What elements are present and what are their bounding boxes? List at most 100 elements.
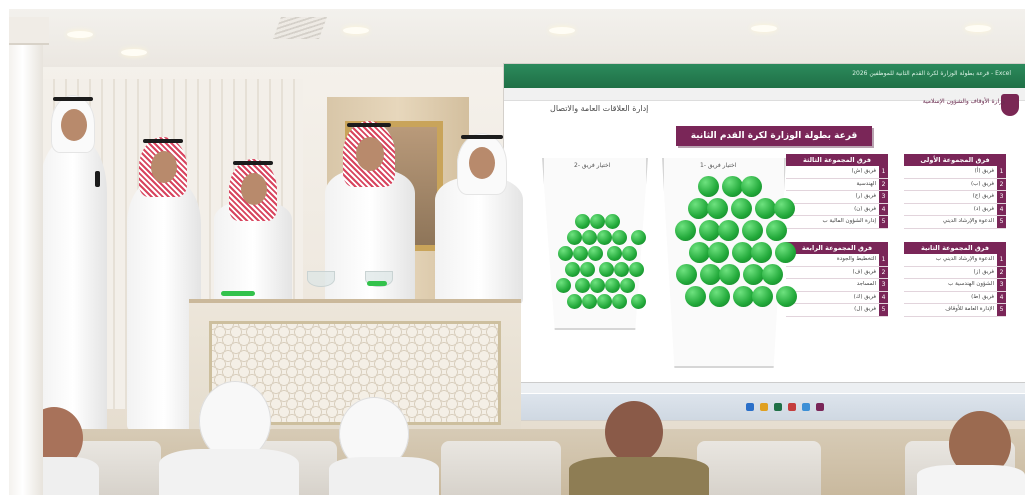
draw-ball-icon: [612, 294, 627, 309]
agal: [347, 123, 391, 127]
draw-ball-icon: [573, 246, 588, 261]
group-row: 1 الدعوة والإرشاد الديني ب: [904, 254, 1006, 267]
draw-ball-icon: [708, 286, 730, 307]
draw-ball-icon: [575, 278, 590, 293]
audience-body: [159, 449, 299, 495]
agal: [53, 97, 93, 101]
agal: [461, 135, 503, 139]
draw-ball-icon: [620, 278, 635, 293]
app-icon: [802, 403, 810, 411]
event-photo: قرعة بطولة الوزارة لكرة القدم الثانية لل…: [9, 9, 1025, 495]
draw-bowl: [307, 271, 335, 287]
draw-ball-icon: [765, 220, 787, 241]
group-table-4: فرق المجموعة الرابعة 1 التخطيط والجودة 2ف…: [786, 242, 888, 317]
draw-ball-icon: [717, 220, 739, 241]
draw-ball-icon: [582, 230, 597, 245]
team-name: فريق (ط): [971, 293, 994, 300]
draw-ball-icon: [607, 246, 622, 261]
draw-ball-icon: [675, 264, 697, 285]
group-row: 4 فريق (ك): [786, 291, 888, 304]
department-label: إدارة العلاقات العامة والاتصال: [550, 104, 649, 113]
draw-title: قرعة بطولة الوزارة لكرة القدم الثانية لل…: [676, 126, 872, 161]
team-name: الشؤون الهندسية ب: [948, 281, 994, 287]
ceiling-light: [67, 31, 93, 38]
draw-ball-icon: [721, 176, 743, 197]
team-name: إدارة الشؤون المالية ب: [822, 218, 876, 224]
team-name: فريق (ش): [851, 168, 876, 174]
projection-screen: قرعة بطولة الوزارة لكرة القدم الثانية لل…: [504, 64, 1025, 420]
draw-ball-icon: [588, 246, 603, 261]
draw-ball-icon: [740, 176, 762, 197]
team-name: الدعوة والإرشاد الديني ب: [935, 256, 994, 262]
ceiling: [9, 9, 1025, 67]
team-name: الهندسية: [856, 180, 876, 187]
app-icon: [760, 403, 768, 411]
head: [469, 147, 495, 179]
group-row: 2 الهندسية: [786, 178, 888, 191]
group-table-3: فرق المجموعة الثالثة 1 فريق (ش) 2 الهندسية…: [786, 154, 888, 229]
chair: [441, 441, 561, 495]
group-row: 4 فريق (ن): [786, 203, 888, 216]
draw-ball-icon: [590, 214, 605, 229]
draw-ball-icon: [754, 198, 776, 219]
draw-ball-icon: [741, 220, 763, 241]
group-table-2: فرق المجموعة الثانية 1 الدعوة والإرشاد ال…: [904, 242, 1006, 317]
draw-ball-icon: [775, 286, 797, 307]
team-name: فريق (ن): [854, 205, 876, 212]
draw-ball-icon: [582, 294, 597, 309]
draw-ball-icon: [773, 198, 795, 219]
draw-ball-icon: [631, 230, 646, 245]
group-title: فرق المجموعة الأولى: [904, 154, 1006, 166]
team-name: فريق (أ): [974, 168, 994, 174]
group-row: 2 فريق (ب): [904, 178, 1006, 191]
group-row: 5 الإدارة العامة للأوقاف: [904, 304, 1006, 317]
app-icon: [788, 403, 796, 411]
group-title: فرق المجموعة الثالثة: [786, 154, 888, 166]
agal: [233, 161, 273, 165]
team-name: فريق (ل): [854, 306, 876, 312]
head: [151, 151, 177, 183]
team-name: المساجد: [856, 281, 876, 287]
team-name: فريق (ب): [971, 180, 994, 187]
draw-ball-icon: [751, 286, 773, 307]
draw-ball-icon: [622, 246, 637, 261]
draw-ball-icon: [706, 198, 728, 219]
draw-ball-icon: [612, 230, 627, 245]
audience-head: [605, 401, 663, 463]
draw-ball-icon: [605, 214, 620, 229]
draw-ball-icon: [580, 262, 595, 277]
app-icon: [774, 403, 782, 411]
draw-ball-icon: [575, 214, 590, 229]
green-balls: [367, 281, 387, 286]
draw-ball-icon: [567, 294, 582, 309]
group-title: فرق المجموعة الثانية: [904, 242, 1006, 254]
group-row: 3 المساجد: [786, 279, 888, 292]
ceiling-light: [751, 25, 777, 32]
marble-column: [9, 17, 43, 495]
green-balls: [221, 291, 255, 296]
column-capital: [9, 17, 49, 45]
draw-ball-icon: [629, 262, 644, 277]
photo-frame: قرعة بطولة الوزارة لكرة القدم الثانية لل…: [0, 0, 1034, 504]
draw-ball-icon: [698, 220, 720, 241]
group-row: 2 فريق (ز): [904, 266, 1006, 279]
app-icon: [746, 403, 754, 411]
head: [241, 173, 267, 205]
draw-ball-icon: [599, 262, 614, 277]
draw-ball-icon: [590, 278, 605, 293]
draw-ball-icon: [718, 264, 740, 285]
chair: [697, 441, 821, 495]
audience-body: [329, 457, 439, 495]
draw-ball-icon: [730, 198, 752, 219]
group-row: 4 فريق (ط): [904, 291, 1006, 304]
ministry-name: وزارة الأوقاف والشؤون الإسلامية: [922, 98, 1005, 105]
draw-ball-icon: [742, 264, 764, 285]
draw-ball-icon: [688, 242, 710, 263]
head: [61, 109, 87, 141]
sheet-tabs: [504, 382, 1025, 393]
ceiling-vent: [272, 17, 328, 39]
draw-ball-icon: [732, 286, 754, 307]
group-row: 1 فريق (ش): [786, 166, 888, 179]
draw-ball-icon: [558, 246, 573, 261]
team-name: فريق (ك): [853, 293, 876, 300]
